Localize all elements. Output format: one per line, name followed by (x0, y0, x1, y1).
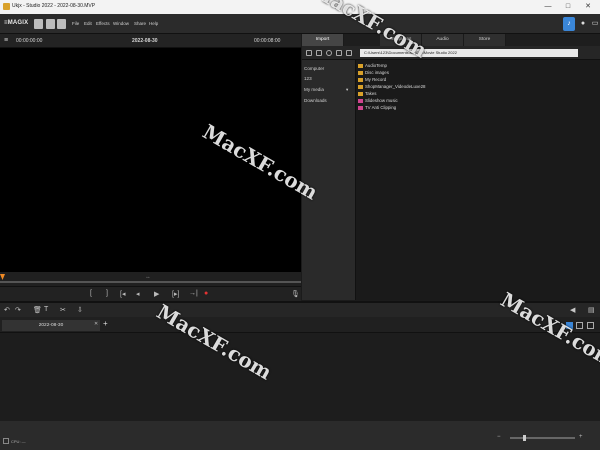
list-view-icon[interactable] (306, 50, 312, 56)
zoom-slider-handle[interactable] (523, 435, 526, 441)
close-button[interactable]: ✕ (578, 1, 598, 13)
mark-out-icon[interactable]: ] (106, 290, 108, 297)
magix-logo: ≡MAGIX (4, 20, 29, 26)
music-icon[interactable]: ♪ (563, 17, 575, 31)
frame-icon[interactable]: ▭ (589, 17, 600, 31)
menu-edit[interactable]: Edit (84, 21, 92, 26)
add-movie-button[interactable]: + (103, 319, 108, 328)
grid-icon[interactable] (57, 19, 66, 29)
jump-end-icon[interactable]: →| (189, 290, 198, 297)
redo-icon[interactable]: ↷ (15, 306, 21, 314)
trash-icon[interactable]: ▤ (588, 306, 595, 314)
folder-icon (358, 84, 363, 89)
file-list: AudioTemp Disc images My Record ShopMana… (356, 60, 600, 300)
status-bar: CPU: — − + (0, 421, 600, 450)
save-icon[interactable] (34, 19, 43, 29)
side-item-my-media[interactable]: My media (304, 87, 324, 92)
path-field[interactable]: C:\Users\123\Documents\MAGIX\Movie Studi… (360, 49, 578, 57)
circle-icon[interactable]: ● (577, 17, 589, 31)
side-item-123[interactable]: 123 (304, 76, 312, 81)
status-icon (3, 438, 9, 444)
preview-date: 2022-08-30 (132, 38, 158, 44)
menu-help[interactable]: Help (149, 21, 158, 26)
window-title: Ukjx - Studio 2022 - 2022-08-30.MVP (12, 3, 96, 9)
list-item[interactable]: ShopManager_VideodeLuxe28 (358, 83, 425, 90)
folder-icon (358, 70, 363, 75)
record-icon[interactable]: ● (204, 290, 208, 297)
list-item[interactable]: Slideshow music (358, 97, 398, 104)
prev-marker-icon[interactable]: [◂ (120, 290, 125, 298)
tab-store[interactable]: Store (464, 34, 506, 46)
scrub-handle-icon[interactable]: ◦◦ (146, 275, 150, 281)
chevron-down-icon[interactable]: ▾ (346, 87, 348, 93)
minimize-button[interactable]: — (538, 1, 558, 13)
tab-movie[interactable]: 2022-08-30 (2, 320, 100, 331)
export-icon[interactable]: ⇩ (77, 306, 83, 314)
list-item[interactable]: AudioTemp (358, 62, 387, 69)
film-icon[interactable] (46, 19, 55, 29)
effect-file-icon (358, 105, 363, 110)
side-item-computer[interactable]: Computer (304, 66, 324, 71)
volume-icon[interactable]: ◀ (570, 306, 575, 314)
maximize-button[interactable]: □ (558, 1, 578, 13)
folder-icon (358, 77, 363, 82)
app-icon (3, 3, 10, 10)
menu-share[interactable]: Share (134, 21, 146, 26)
list-item[interactable]: Disc images (358, 69, 389, 76)
folder-icon (358, 91, 363, 96)
timeline-tabs: 2022-08-30 ✕ + (0, 317, 600, 333)
list-item[interactable]: Takes (358, 90, 376, 97)
music-file-icon (358, 98, 363, 103)
search-icon[interactable] (326, 50, 332, 56)
side-item-downloads[interactable]: Downloads (304, 98, 327, 103)
menu-bar: ≡MAGIX File Edit Effects Window Share He… (0, 14, 600, 34)
folder-icon (358, 63, 363, 68)
menu-window[interactable]: Window (113, 21, 129, 26)
timeline-view-icon[interactable] (587, 322, 594, 329)
transport-bar: [ ] [◂ ◂ ▶ [▸] →| ● 🎙 (0, 286, 301, 301)
step-forward-icon[interactable]: [▸] (172, 290, 179, 298)
hamburger-icon[interactable]: ≡ (4, 37, 8, 44)
mark-in-icon[interactable]: [ (90, 290, 92, 297)
tab-import[interactable]: Import (302, 34, 344, 46)
cut-icon[interactable]: ✂ (60, 306, 66, 314)
cpu-label: CPU: — (11, 439, 26, 444)
close-tab-icon[interactable]: ✕ (94, 321, 98, 327)
preview-header: ≡ 00:00:00:00 2022-08-30 00:00:08:00 (0, 34, 301, 48)
menu-file[interactable]: File (72, 21, 79, 26)
list-item[interactable]: TV Anti Clipping (358, 104, 396, 111)
media-tabs: Import Templates Audio Store (302, 34, 600, 46)
delete-icon[interactable]: 🗑 (33, 306, 42, 314)
step-back-icon[interactable]: ◂ (136, 290, 140, 298)
zoom-slider[interactable] (510, 437, 575, 439)
preview-scrubber[interactable]: ◦◦ (0, 272, 301, 286)
mic-icon[interactable]: 🎙 (291, 290, 300, 298)
media-toolbar: C:\Users\123\Documents\MAGIX\Movie Studi… (302, 46, 600, 60)
play-icon[interactable]: ▶ (154, 290, 159, 298)
timeline-area[interactable] (0, 333, 600, 421)
grid-view-icon[interactable] (316, 50, 322, 56)
up-folder-icon[interactable] (346, 50, 352, 56)
settings-icon[interactable] (336, 50, 342, 56)
playhead-marker[interactable] (0, 274, 5, 280)
list-item[interactable]: My Record (358, 76, 386, 83)
undo-icon[interactable]: ↶ (4, 306, 10, 314)
timecode-right: 00:00:08:00 (254, 38, 281, 44)
scrub-track[interactable] (0, 281, 301, 283)
timecode-left: 00:00:00:00 (16, 38, 43, 44)
zoom-out-icon[interactable]: − (497, 434, 501, 440)
zoom-in-icon[interactable]: + (579, 434, 583, 440)
menu-effects[interactable]: Effects (96, 21, 110, 26)
text-icon[interactable]: T (44, 306, 48, 313)
title-bar: Ukjx - Studio 2022 - 2022-08-30.MVP — □ … (0, 0, 600, 14)
